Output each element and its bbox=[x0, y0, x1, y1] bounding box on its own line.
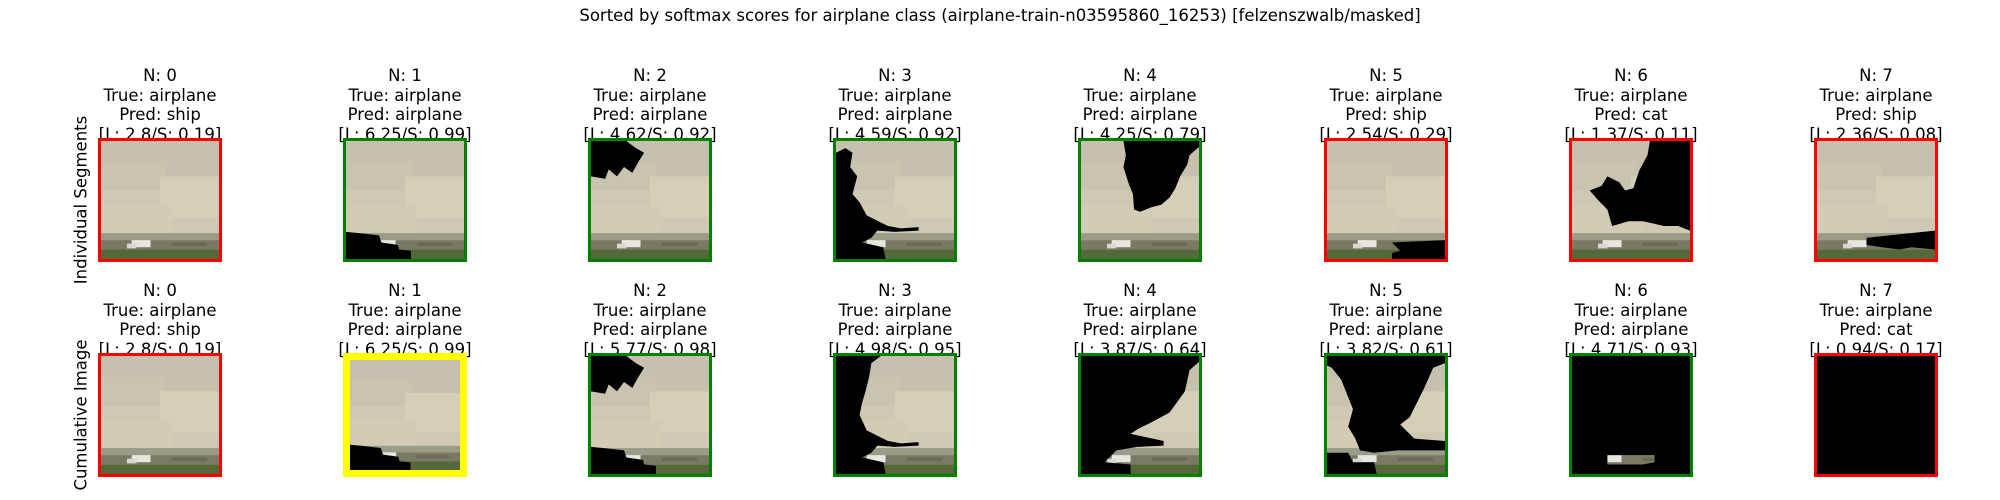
masked-photo bbox=[101, 141, 219, 259]
segment-image bbox=[343, 353, 467, 477]
panel-title-true: True: airplane bbox=[838, 85, 952, 105]
masked-photo bbox=[101, 356, 219, 474]
segment-image bbox=[833, 138, 957, 262]
panel-title-true: True: airplane bbox=[103, 300, 217, 320]
masked-photo bbox=[1327, 141, 1445, 259]
panel-title-true: True: airplane bbox=[103, 85, 217, 105]
masked-photo bbox=[1572, 141, 1690, 259]
panel-title-true: True: airplane bbox=[1819, 85, 1933, 105]
segment-image bbox=[343, 138, 467, 262]
masked-photo bbox=[591, 141, 709, 259]
panel-title-true: True: airplane bbox=[1574, 300, 1688, 320]
segment-image bbox=[1569, 353, 1693, 477]
segment-image bbox=[1078, 138, 1202, 262]
panel-title-pred: Pred: ship bbox=[119, 105, 201, 124]
panel-title-pred: Pred: airplane bbox=[592, 320, 708, 339]
panel-title-pred: Pred: airplane bbox=[592, 105, 708, 124]
masked-photo bbox=[1327, 356, 1445, 474]
panel-title-true: True: airplane bbox=[838, 300, 952, 320]
masked-photo bbox=[350, 360, 460, 470]
masked-photo bbox=[1081, 356, 1199, 474]
masked-photo bbox=[1817, 141, 1935, 259]
segment-image bbox=[1324, 138, 1448, 262]
panel-title-pred: Pred: airplane bbox=[347, 320, 463, 339]
panel-title-true: True: airplane bbox=[1329, 85, 1443, 105]
masked-photo bbox=[1817, 356, 1935, 474]
panel-title-index: N: 0 bbox=[143, 66, 177, 85]
row-label: Cumulative Image bbox=[71, 339, 91, 491]
segment-image bbox=[1078, 353, 1202, 477]
panel-title-pred: Pred: ship bbox=[1345, 105, 1427, 124]
figure-title: Sorted by softmax scores for airplane cl… bbox=[579, 6, 1421, 25]
panel-title-index: N: 2 bbox=[633, 66, 667, 85]
panel-title-true: True: airplane bbox=[348, 300, 462, 320]
panel-title-index: N: 1 bbox=[388, 281, 422, 300]
panel-title-index: N: 7 bbox=[1859, 281, 1893, 300]
panel-title-index: N: 1 bbox=[388, 66, 422, 85]
segment-image bbox=[588, 138, 712, 262]
panel-title-pred: Pred: cat bbox=[1839, 320, 1913, 339]
segment-image bbox=[98, 353, 222, 477]
panel-title-pred: Pred: cat bbox=[1594, 105, 1668, 124]
panel-title-index: N: 7 bbox=[1859, 66, 1893, 85]
masked-photo bbox=[1572, 356, 1690, 474]
panel-title-true: True: airplane bbox=[1574, 85, 1688, 105]
panel-title-index: N: 2 bbox=[633, 281, 667, 300]
panel-title-pred: Pred: airplane bbox=[1082, 320, 1198, 339]
panel-title-index: N: 5 bbox=[1369, 281, 1403, 300]
panel-title-pred: Pred: airplane bbox=[1082, 105, 1198, 124]
segment-image bbox=[98, 138, 222, 262]
panel-title-pred: Pred: airplane bbox=[1328, 320, 1444, 339]
masked-photo bbox=[836, 356, 954, 474]
panel-title-index: N: 4 bbox=[1123, 281, 1157, 300]
segment-image bbox=[1569, 138, 1693, 262]
panel-title-pred: Pred: airplane bbox=[837, 105, 953, 124]
panel-title-pred: Pred: airplane bbox=[837, 320, 953, 339]
panel-title-true: True: airplane bbox=[1819, 300, 1933, 320]
segment-image bbox=[588, 353, 712, 477]
masked-photo bbox=[836, 141, 954, 259]
masked-photo bbox=[346, 141, 464, 259]
panel-title-index: N: 3 bbox=[878, 281, 912, 300]
panel-title-index: N: 6 bbox=[1614, 281, 1648, 300]
panel-title-pred: Pred: ship bbox=[1835, 105, 1917, 124]
panel-title-true: True: airplane bbox=[593, 85, 707, 105]
panel-title-true: True: airplane bbox=[1329, 300, 1443, 320]
panel-title-true: True: airplane bbox=[593, 300, 707, 320]
segment-image bbox=[1814, 138, 1938, 262]
panel-title-index: N: 4 bbox=[1123, 66, 1157, 85]
panel-title-index: N: 0 bbox=[143, 281, 177, 300]
panel-title-index: N: 5 bbox=[1369, 66, 1403, 85]
panel-title-true: True: airplane bbox=[348, 85, 462, 105]
panel-title-index: N: 3 bbox=[878, 66, 912, 85]
panel-title-pred: Pred: ship bbox=[119, 320, 201, 339]
panel-title-true: True: airplane bbox=[1083, 300, 1197, 320]
segment-image bbox=[1814, 353, 1938, 477]
panel-title-pred: Pred: airplane bbox=[1573, 320, 1689, 339]
segment-image bbox=[833, 353, 957, 477]
panel-title-pred: Pred: airplane bbox=[347, 105, 463, 124]
masked-photo bbox=[1081, 141, 1199, 259]
panel-title-true: True: airplane bbox=[1083, 85, 1197, 105]
masked-photo bbox=[591, 356, 709, 474]
panel-title-index: N: 6 bbox=[1614, 66, 1648, 85]
segment-image bbox=[1324, 353, 1448, 477]
